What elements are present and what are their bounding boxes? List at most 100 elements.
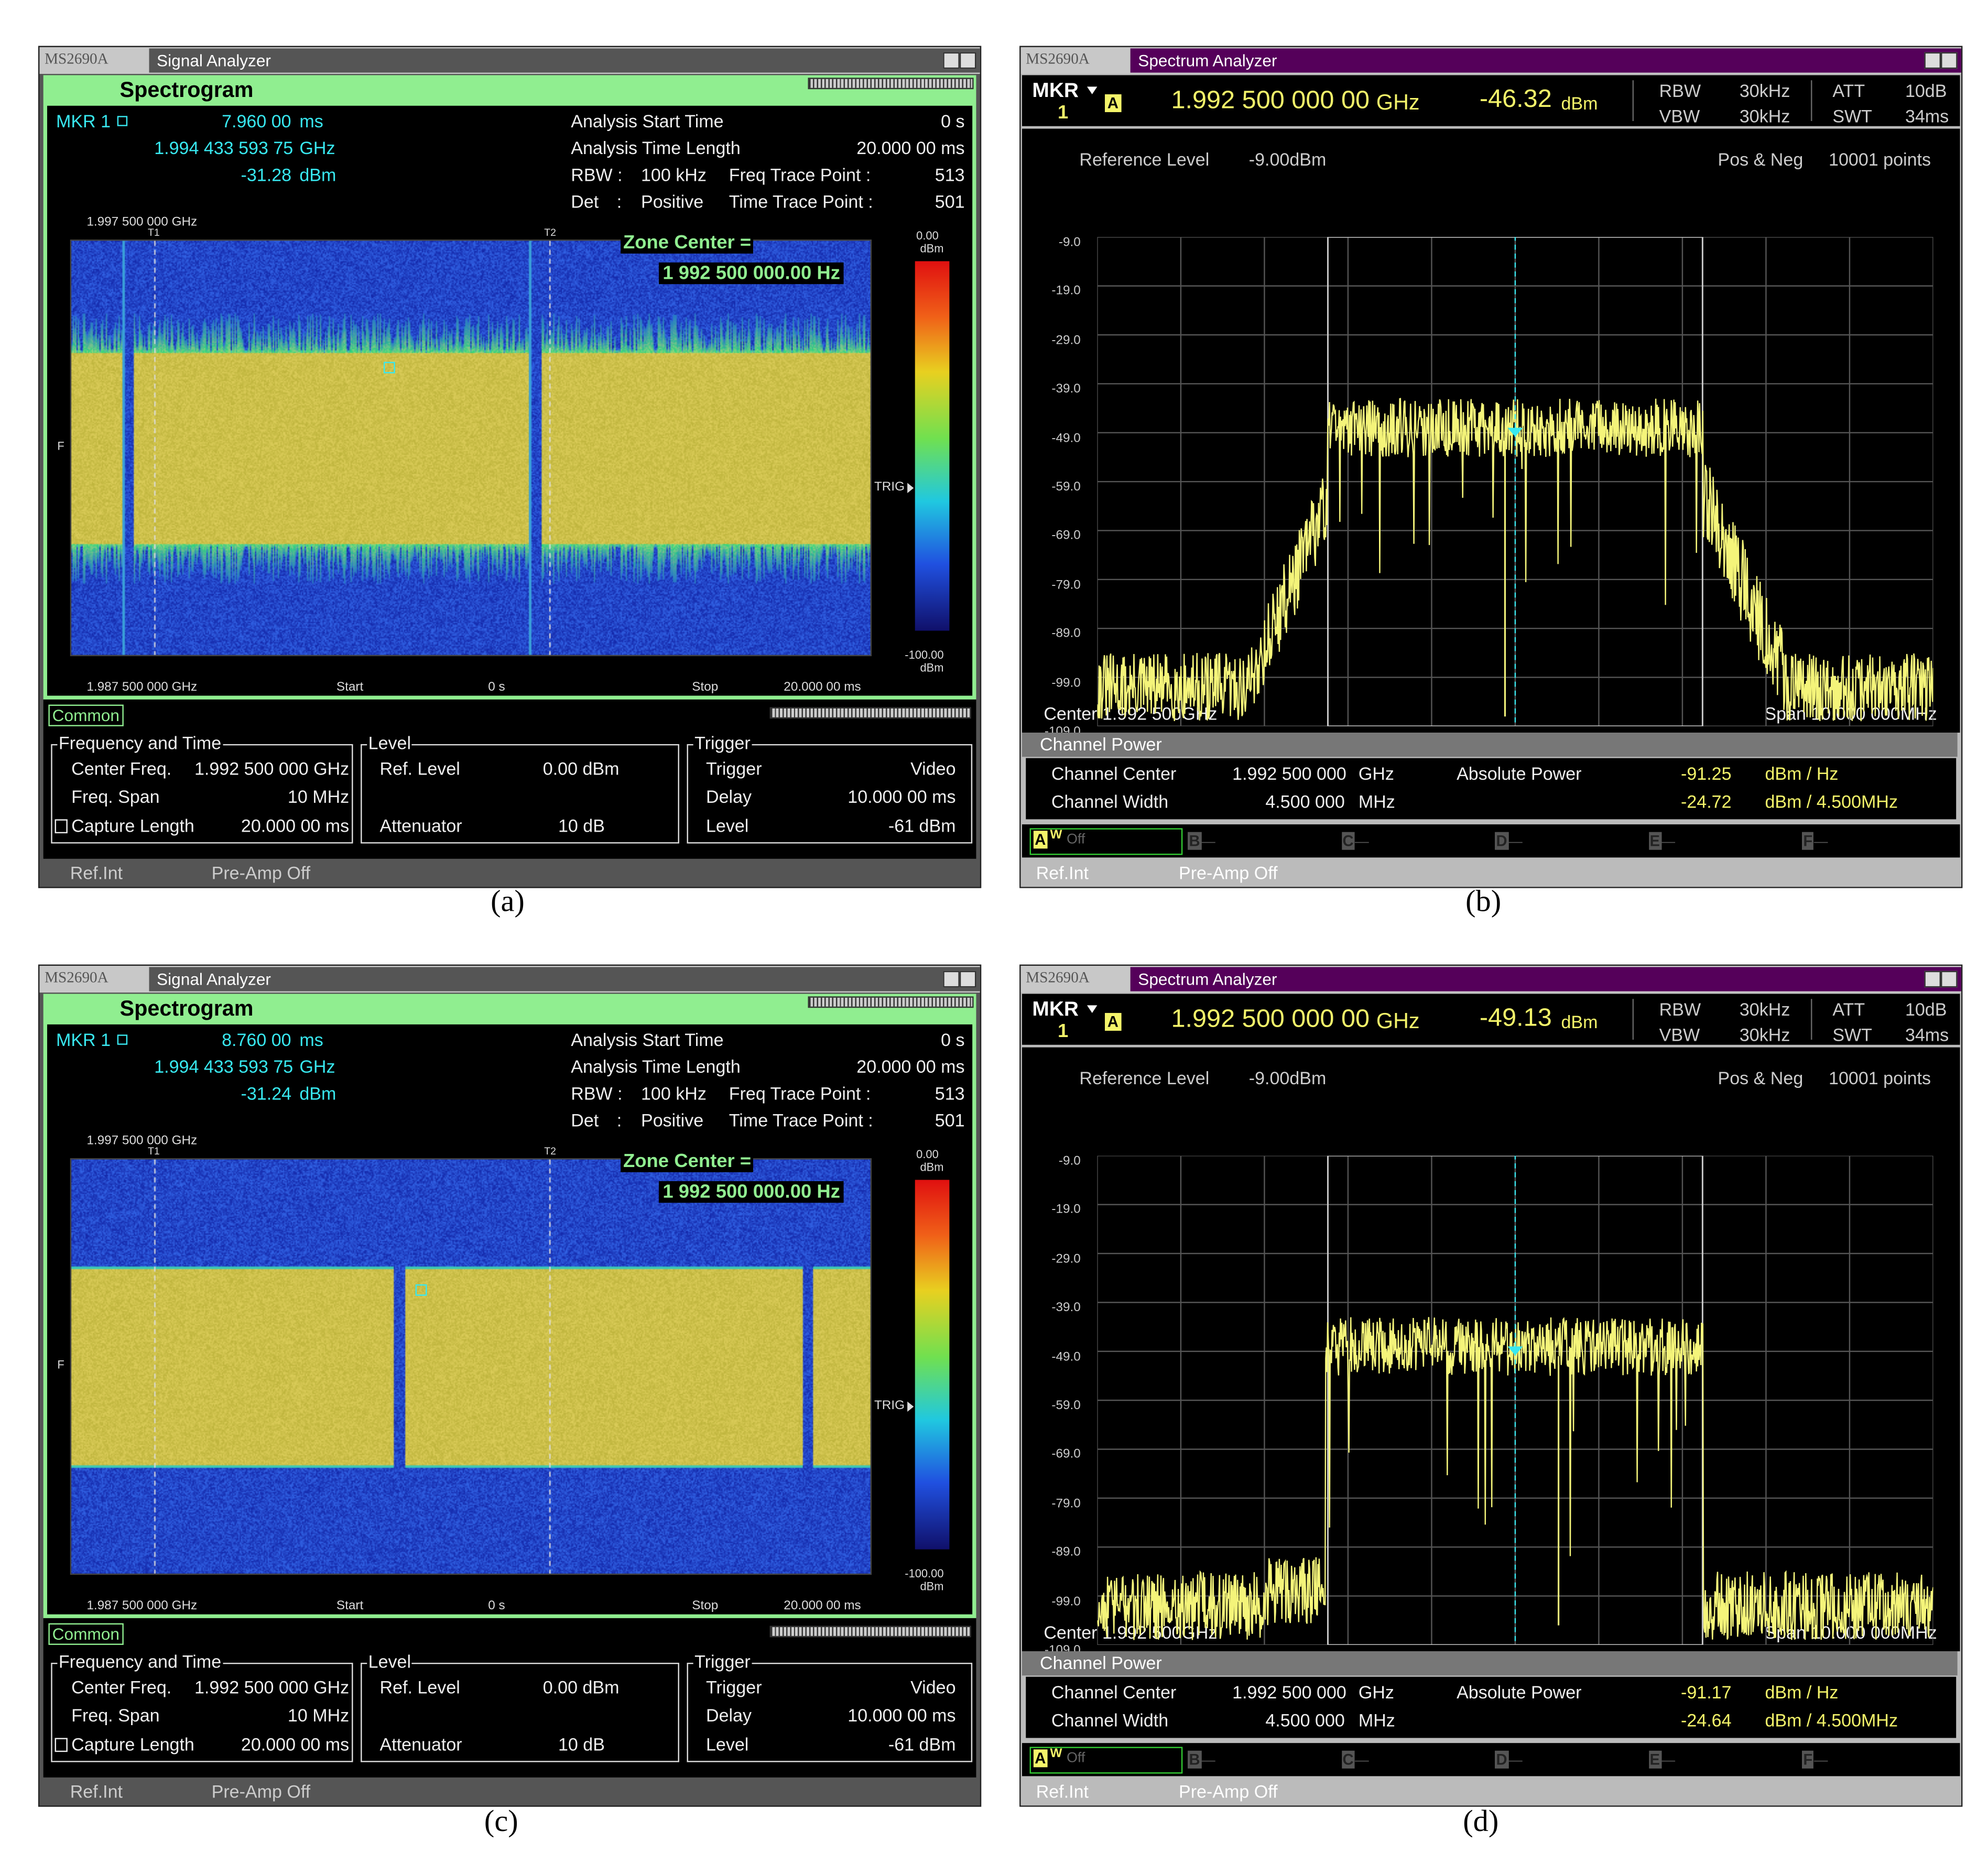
- status-ref: Ref.Int: [70, 1781, 123, 1802]
- y-tick-label: -69.0: [1051, 1448, 1081, 1462]
- trace-selector-row: A W Off B — C — D — E — F —: [1022, 824, 1960, 858]
- info-ttp-value: 501: [935, 1109, 965, 1130]
- trigger-trig-label: Trigger: [705, 1676, 762, 1697]
- trace-f-button[interactable]: F —: [1801, 1748, 1828, 1771]
- minimize-button[interactable]: [943, 971, 960, 988]
- marker-point-icon[interactable]: [383, 362, 395, 374]
- common-tab[interactable]: Common: [48, 704, 124, 726]
- trace-a-button[interactable]: A W Off: [1029, 828, 1183, 855]
- trace-b-button[interactable]: B —: [1188, 1748, 1215, 1771]
- ft-capture-value: 20.000 00 ms: [241, 1734, 350, 1755]
- common-tab[interactable]: Common: [48, 1623, 124, 1645]
- spectrogram-image[interactable]: [70, 1158, 872, 1575]
- graph-area: Reference Level -9.00dBm Pos & Neg 10001 po…: [1022, 128, 1960, 739]
- stop-value: 20.000 00 ms: [784, 1599, 861, 1614]
- trace-f-button[interactable]: F —: [1801, 830, 1828, 853]
- t1-label: T1: [148, 226, 160, 238]
- zone-center-value: 1 992 500 000.00 Hz: [659, 262, 844, 285]
- marker-number: 1: [1058, 1020, 1069, 1042]
- result-area: MKR 1 7.960 00 ms 1.994 433 593 75 GHz -31.28…: [47, 105, 973, 696]
- marker-dropdown-icon[interactable]: [1087, 86, 1098, 94]
- start-value: 0 s: [488, 1599, 505, 1614]
- zone-center-value: 1 992 500 000.00 Hz: [659, 1181, 844, 1203]
- trigger-delay-label: Delay: [705, 786, 752, 807]
- marker-level: -31.24: [241, 1083, 292, 1104]
- start-label: Start: [336, 1599, 364, 1614]
- trigger-level-value: -61 dBm: [888, 1734, 956, 1755]
- f-axis-label: F: [57, 1358, 64, 1371]
- spectrogram-image[interactable]: [70, 239, 872, 657]
- trace-f-letter: F: [1801, 832, 1814, 850]
- ft-span-label: Freq. Span: [71, 1705, 160, 1726]
- trace-a-button[interactable]: A W Off: [1029, 1747, 1183, 1774]
- y-tick-label: -49.0: [1051, 431, 1081, 446]
- setting-rbw-label: RBW: [1659, 80, 1701, 101]
- capture-icon: [55, 1738, 68, 1752]
- marker-freq-unit: GHz: [299, 137, 335, 158]
- trace-d-button[interactable]: D —: [1495, 830, 1523, 853]
- marker-freq: 1.992 500 000 00: [1171, 1005, 1370, 1033]
- start-label: Start: [336, 680, 364, 695]
- marker-dropdown-icon[interactable]: [1087, 1005, 1098, 1013]
- ref-level-label: Reference Level: [1079, 1067, 1210, 1088]
- maximize-button[interactable]: [1941, 971, 1958, 988]
- minimize-button[interactable]: [1924, 971, 1941, 988]
- level-ref-label: Ref. Level: [379, 758, 460, 779]
- trace-d-button[interactable]: D —: [1495, 1748, 1523, 1771]
- chpower-cw-value: 4.500 000: [1265, 1709, 1345, 1730]
- info-start-label: Analysis Start Time: [571, 111, 724, 132]
- freq-time-group: Frequency and Time Center Freq. 1.992 500 …: [51, 733, 353, 844]
- progress-bar: [769, 1626, 971, 1638]
- trigger-delay-label: Delay: [705, 1705, 752, 1726]
- marker-point-icon[interactable]: [415, 1284, 427, 1296]
- trace-c-button[interactable]: C —: [1341, 1748, 1369, 1771]
- maximize-button[interactable]: [1941, 52, 1958, 69]
- t2-label: T2: [544, 1145, 556, 1157]
- level-ref-label: Ref. Level: [379, 1676, 460, 1697]
- marker-level-unit: dBm: [299, 1083, 336, 1104]
- y-tick-label: -49.0: [1051, 1350, 1081, 1365]
- chpower-abs-label: Absolute Power: [1457, 1682, 1582, 1703]
- marker-label[interactable]: MKR: [1032, 80, 1079, 103]
- setting-rbw: 30kHz: [1739, 999, 1790, 1020]
- spectrogram-window: MS2690A Signal Analyzer Spectrogram MKR 1 7.…: [38, 46, 982, 888]
- trigger-level-label: Level: [705, 815, 749, 836]
- setting-att: 10dB: [1905, 80, 1947, 101]
- title-bar: MS2690A Signal Analyzer: [39, 966, 980, 993]
- marker-freq: 1.992 500 000 00: [1171, 86, 1370, 115]
- graph-area: Reference Level -9.00dBm Pos & Neg 10001 po…: [1022, 1047, 1960, 1658]
- maximize-button[interactable]: [959, 52, 976, 69]
- minimize-button[interactable]: [943, 52, 960, 69]
- chpower-cw-value: 4.500 000: [1265, 791, 1345, 812]
- trigger-delay-value: 10.000 00 ms: [848, 1705, 956, 1726]
- info-length-label: Analysis Time Length: [571, 137, 741, 158]
- setting-att-label: ATT: [1832, 80, 1865, 101]
- ref-level-value: -9.00dBm: [1248, 1067, 1327, 1088]
- trigger-level-value: -61 dBm: [888, 815, 956, 836]
- info-rbw-label: RBW :: [571, 164, 623, 185]
- trigger-trig-value: Video: [910, 1676, 956, 1697]
- spectrum-plot[interactable]: [1097, 237, 1933, 726]
- chpower-cc-unit: GHz: [1358, 1682, 1394, 1703]
- scale-top: 0.00: [916, 1148, 939, 1161]
- trace-e-button[interactable]: E —: [1648, 830, 1675, 853]
- trace-e-button[interactable]: E —: [1648, 1748, 1675, 1771]
- marker-time: 8.760 00: [222, 1029, 291, 1050]
- marker-label[interactable]: MKR: [1032, 999, 1079, 1022]
- status-preamp: Pre-Amp Off: [1179, 863, 1278, 883]
- scale-bottom-unit: dBm: [920, 661, 944, 674]
- ft-center-label: Center Freq.: [71, 1676, 172, 1697]
- trace-b-button[interactable]: B —: [1188, 830, 1215, 853]
- trigger-trig-label: Trigger: [705, 758, 762, 779]
- y-tick-label: -79.0: [1051, 1497, 1081, 1511]
- minimize-button[interactable]: [1924, 52, 1941, 69]
- trace-b-letter: B: [1188, 832, 1202, 850]
- zone-center-label: Zone Center =: [621, 1150, 754, 1172]
- info-det-sep: :: [616, 1109, 622, 1130]
- spectrum-plot[interactable]: [1097, 1156, 1933, 1645]
- maximize-button[interactable]: [959, 971, 976, 988]
- figure: (a) (b) (c) (d) MS2690A Signal Analyzer Spectr…: [0, 0, 1988, 1864]
- chpower-p2: -24.64: [1681, 1709, 1732, 1730]
- scale-bottom: -100.00: [905, 648, 944, 661]
- trace-c-button[interactable]: C —: [1341, 830, 1369, 853]
